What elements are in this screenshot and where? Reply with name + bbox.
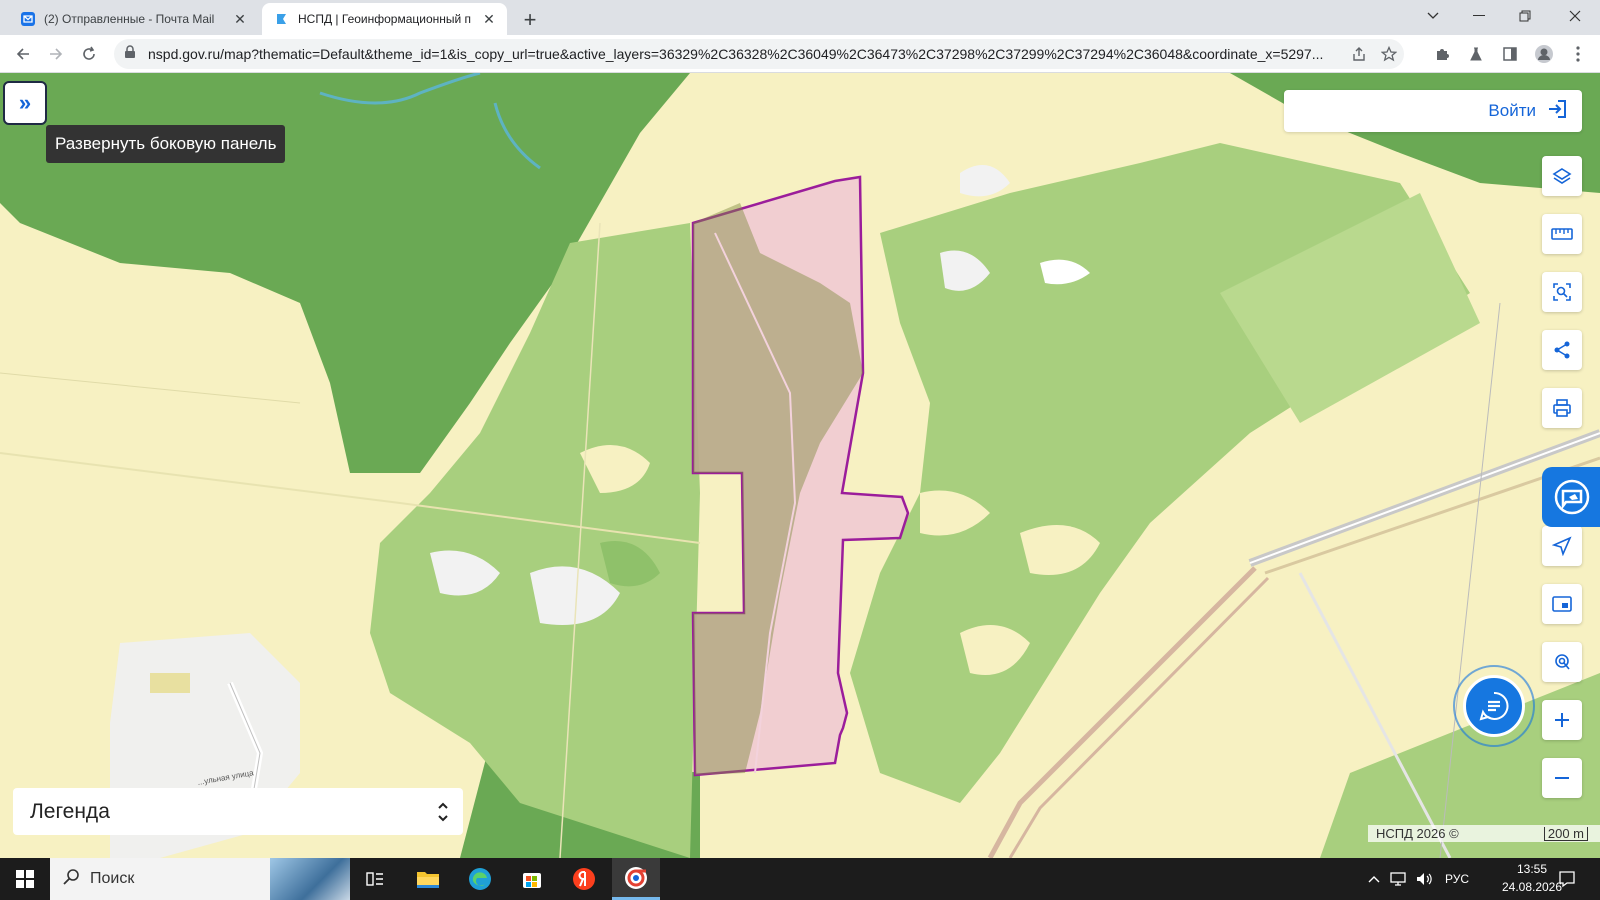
chevron-down-icon[interactable] <box>1410 0 1456 32</box>
close-icon[interactable]: ✕ <box>479 9 499 29</box>
back-button[interactable] <box>8 39 38 69</box>
layers-icon[interactable] <box>1542 156 1582 196</box>
chrome-app-icon[interactable] <box>612 858 660 900</box>
store-icon[interactable] <box>508 858 556 900</box>
profile-avatar-icon[interactable] <box>1529 39 1559 69</box>
new-tab-button[interactable]: + <box>516 6 544 34</box>
chevron-up-icon[interactable] <box>1364 858 1384 900</box>
navigate-icon[interactable] <box>1542 526 1582 566</box>
zoom-out-icon[interactable] <box>1542 758 1582 798</box>
expand-sidebar-button[interactable]: » <box>3 81 47 125</box>
search-icon <box>62 868 80 891</box>
picture-in-picture-icon[interactable] <box>1542 584 1582 624</box>
mail-icon <box>20 11 36 27</box>
url-text: nspd.gov.ru/map?thematic=Default&theme_i… <box>148 46 1324 62</box>
edge-icon[interactable] <box>456 858 504 900</box>
scale-bar: 200 m <box>1543 826 1588 841</box>
registry-panel-button[interactable] <box>1542 467 1600 527</box>
close-icon[interactable]: ✕ <box>230 9 250 29</box>
forward-button[interactable] <box>41 39 71 69</box>
expand-collapse-icon[interactable] <box>423 801 463 823</box>
file-explorer-icon[interactable] <box>404 858 452 900</box>
tab-title: (2) Отправленные - Почта Mail <box>44 12 215 26</box>
minimize-button[interactable] <box>1456 0 1502 32</box>
login-label: Войти <box>1488 101 1536 120</box>
language-indicator[interactable]: РУС <box>1440 858 1474 900</box>
network-icon[interactable] <box>1386 858 1410 900</box>
map-canvas[interactable]: ...ульная улица » Развернуть боковую пан… <box>0 73 1600 858</box>
ruler-icon[interactable] <box>1542 214 1582 254</box>
lock-icon <box>124 44 136 64</box>
zoom-in-icon[interactable] <box>1542 700 1582 740</box>
sidebar-tooltip: Развернуть боковую панель <box>46 125 286 163</box>
legend-panel[interactable]: Легенда <box>13 788 463 835</box>
close-window-button[interactable] <box>1552 0 1598 32</box>
taskbar-search[interactable]: Поиск <box>50 858 350 900</box>
share-icon[interactable] <box>1542 330 1582 370</box>
login-button[interactable]: Войти <box>1284 90 1582 132</box>
task-view-icon[interactable] <box>352 858 400 900</box>
notifications-icon[interactable] <box>1552 858 1582 900</box>
browser-tab-bar: (2) Отправленные - Почта Mail ✕ НСПД | Г… <box>0 0 1600 35</box>
bookmark-star-icon[interactable] <box>1374 46 1404 62</box>
address-bar[interactable]: nspd.gov.ru/map?thematic=Default&theme_i… <box>114 39 1404 69</box>
print-icon[interactable] <box>1542 388 1582 428</box>
search-highlight-image <box>270 858 350 900</box>
volume-icon[interactable] <box>1412 858 1436 900</box>
chat-button[interactable] <box>1453 665 1535 747</box>
share-page-icon[interactable] <box>1344 46 1374 62</box>
area-select-icon[interactable] <box>1542 272 1582 312</box>
browser-toolbar: nspd.gov.ru/map?thematic=Default&theme_i… <box>0 35 1600 73</box>
windows-start-icon[interactable] <box>0 858 50 900</box>
tab-mail[interactable]: (2) Отправленные - Почта Mail ✕ <box>8 3 258 35</box>
menu-dots-icon[interactable] <box>1563 39 1593 69</box>
windows-taskbar: Поиск РУС 13:55 24.08.2026 <box>0 858 1600 900</box>
attribution-text: НСПД 2026 © <box>1376 826 1459 841</box>
yandex-browser-icon[interactable] <box>560 858 608 900</box>
labs-flask-icon[interactable] <box>1461 39 1491 69</box>
search-label: Поиск <box>90 870 135 887</box>
login-icon <box>1546 98 1568 125</box>
tab-title: НСПД | Геоинформационный п <box>298 12 472 26</box>
reload-button[interactable] <box>74 39 104 69</box>
legend-label: Легенда <box>30 799 110 823</box>
locate-icon[interactable] <box>1542 642 1582 682</box>
map-base-layer: ...ульная улица <box>0 73 1600 858</box>
nspd-icon <box>274 11 290 27</box>
side-panel-icon[interactable] <box>1495 39 1525 69</box>
extensions-icon[interactable] <box>1427 39 1457 69</box>
restore-button[interactable] <box>1502 0 1548 32</box>
map-chat-icon <box>1554 479 1590 515</box>
map-attribution: НСПД 2026 © 200 m <box>1368 825 1600 842</box>
tab-nspd[interactable]: НСПД | Геоинформационный п ✕ <box>262 3 507 35</box>
